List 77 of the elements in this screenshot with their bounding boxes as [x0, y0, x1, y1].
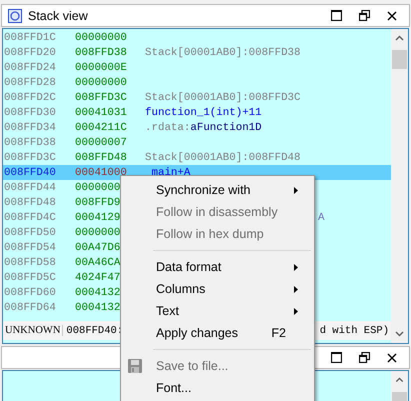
stack-address: 008FFD48: [3, 196, 57, 208]
menu-item[interactable]: Text: [121, 300, 314, 322]
stack-value: 0004211C: [75, 122, 128, 134]
scroll-thumb[interactable]: [392, 50, 407, 69]
scroll-up-icon[interactable]: [395, 35, 404, 41]
scroll-down-icon[interactable]: [395, 331, 404, 337]
stack-row[interactable]: 008FFD20 008FFD38 Stack[00001AB0]:008FFD38: [3, 45, 391, 60]
stack-value: 008FFD3C: [75, 92, 128, 104]
stack-value: 008FFD38: [75, 46, 128, 58]
window-title: Stack view: [28, 8, 89, 22]
stack-address: 008FFD28: [3, 76, 57, 88]
stack-comment: Stack[00001AB0]:008FFD48: [145, 152, 301, 164]
stack-address: 008FFD30: [3, 106, 57, 118]
stack-address: 008FFD38: [3, 136, 57, 148]
stack-value: 00041031: [75, 106, 128, 118]
stack-row[interactable]: 008FFD24 0000000E: [3, 60, 391, 75]
stack-address: 008FFD60: [3, 286, 57, 298]
maximize-icon: [330, 10, 342, 21]
stack-value: 008FFD9: [75, 196, 122, 208]
scrollbar[interactable]: [391, 371, 408, 401]
stack-address: 008FFD44: [3, 182, 57, 194]
stack-address: 008FFD58: [3, 256, 57, 268]
stack-value: 0004132: [75, 286, 122, 298]
stack-comment: function_1(int)+11: [145, 106, 262, 118]
stack-value: 00A46CA: [75, 256, 122, 268]
stack-comment: .rdata:: [145, 122, 190, 134]
close-icon: [387, 10, 397, 20]
stack-row[interactable]: 008FFD30 00041031 function_1(int)+11: [3, 105, 391, 120]
stack-address: 008FFD24: [3, 62, 57, 74]
stack-comment: Stack[00001AB0]:008FFD38: [145, 46, 301, 58]
stack-address: 008FFD64: [3, 302, 57, 314]
stack-address: 008FFD4C: [3, 212, 57, 224]
stack-value: 00000000: [75, 32, 128, 44]
menu-item[interactable]: Data format: [121, 256, 314, 278]
menu-item[interactable]: Font...: [121, 377, 314, 399]
stack-value: 0000000E: [75, 62, 128, 74]
stack-value: 008FFD48: [75, 152, 128, 164]
stack-value: 00000007: [75, 136, 128, 148]
stack-value: 0000000: [75, 226, 122, 238]
stack-value: 00000000: [75, 76, 128, 88]
stack-address: 008FFD2C: [3, 92, 57, 104]
stack-address: 008FFD5C: [3, 272, 57, 284]
stack-address: 008FFD40: [3, 166, 57, 178]
stack-comment: aFunction1D: [190, 122, 262, 134]
stack-row[interactable]: 008FFD1C 00000000: [3, 30, 391, 45]
stack-value: 4024F47: [75, 272, 122, 284]
restore-icon: [358, 352, 370, 363]
menu-item[interactable]: Columns: [121, 278, 314, 300]
restore-icon: [358, 10, 370, 21]
status-text: d with ESP): [320, 324, 390, 336]
stack-comment: Stack[00001AB0]:008FFD3C: [145, 92, 301, 104]
stack-address: 008FFD20: [3, 46, 57, 58]
stack-address: 008FFD3C: [3, 152, 57, 164]
scroll-up-icon[interactable]: [395, 377, 404, 383]
menu-item[interactable]: Synchronize with: [121, 179, 314, 201]
stack-address: 008FFD1C: [3, 32, 57, 44]
stack-value: 00A47D6: [75, 242, 122, 254]
scrollbar[interactable]: [391, 29, 408, 343]
stack-comment: main+A: [150, 166, 190, 178]
stack-row[interactable]: 008FFD2C 008FFD3C Stack[00001AB0]:008FFD3C: [3, 90, 391, 105]
stack-value: 0004132: [75, 302, 122, 314]
menu-item[interactable]: Apply changes F2: [121, 322, 314, 344]
segment-label: UNKNOWN: [3, 325, 64, 336]
stack-value: 0004129: [75, 212, 122, 224]
maximize-icon: [330, 352, 342, 363]
stack-address: 008FFD34: [3, 122, 57, 134]
stack-row[interactable]: 008FFD28 00000000: [3, 75, 391, 90]
stack-address: 008FFD54: [3, 242, 57, 254]
window-icon: [8, 8, 22, 22]
close-icon: [387, 352, 397, 362]
stack-value: 00041000: [75, 166, 128, 178]
stack-address: 008FFD50: [3, 226, 57, 238]
stack-row[interactable]: 008FFD34 0004211C .rdata:aFunction1D: [3, 120, 391, 135]
status-address: 008FFD40:: [65, 324, 124, 336]
stack-row[interactable]: 008FFD38 00000007: [3, 135, 391, 150]
stack-value: 0000000: [75, 182, 122, 194]
stack-row[interactable]: 008FFD3C 008FFD48 Stack[00001AB0]:008FFD48: [3, 150, 391, 165]
